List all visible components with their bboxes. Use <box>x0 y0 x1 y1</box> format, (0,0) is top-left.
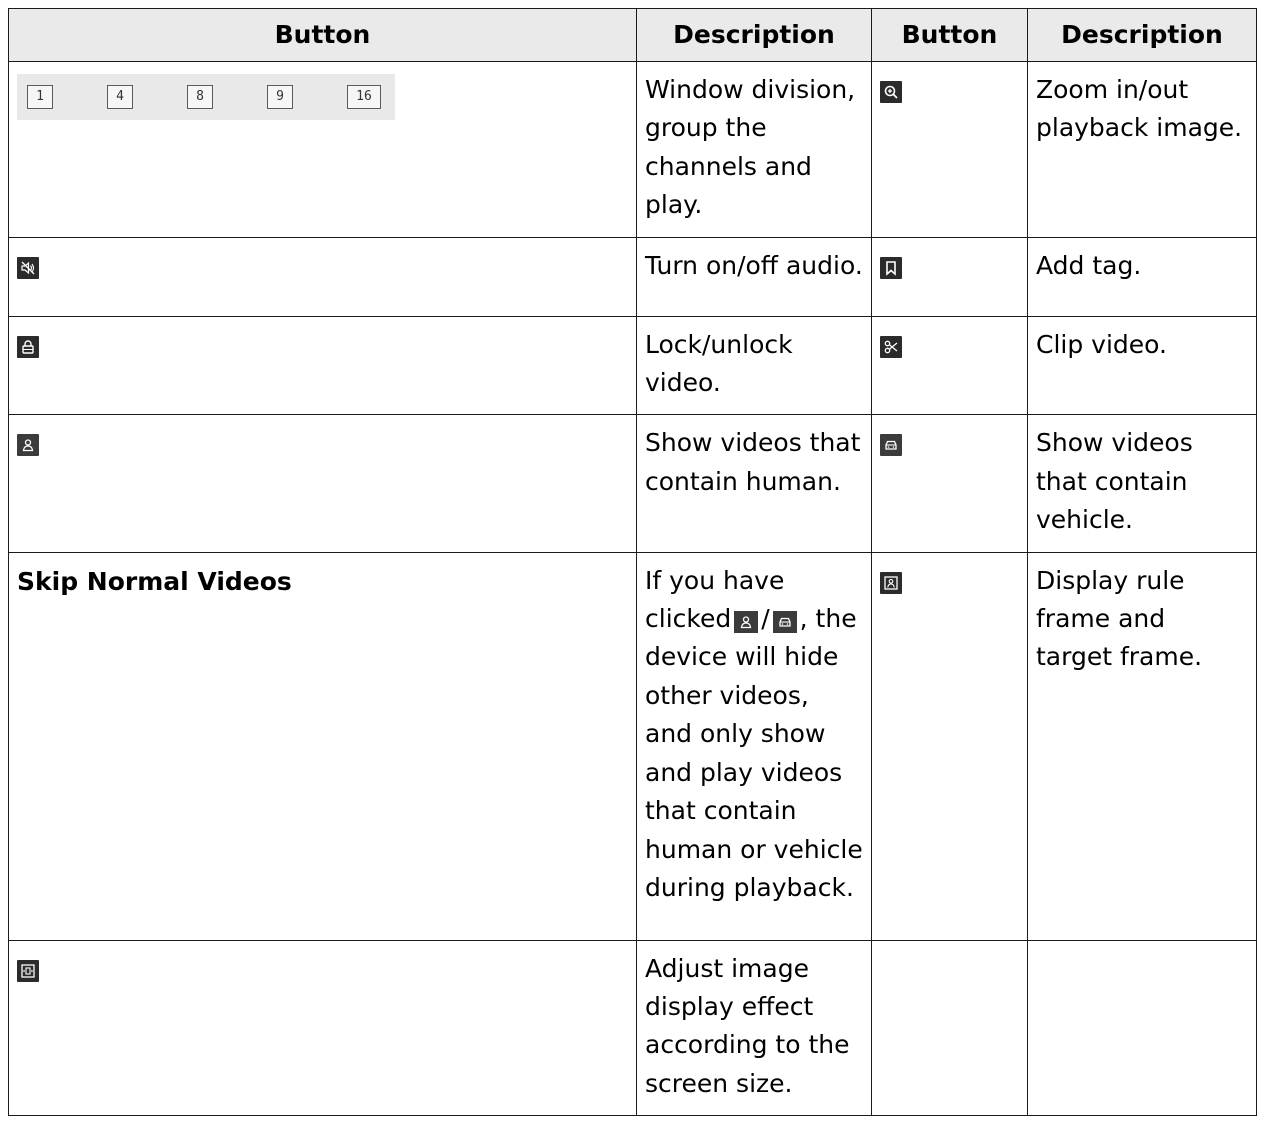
button-cell <box>871 61 1028 238</box>
description-text: Show videos that contain vehicle. <box>1036 428 1193 535</box>
description-text: Show videos that contain human. <box>645 428 861 496</box>
description-cell: Window division, group the channels and … <box>636 61 872 238</box>
empty-description-text <box>1028 941 1256 962</box>
window-division-1-button[interactable]: 1 <box>27 85 53 109</box>
description-cell: Clip video. <box>1027 315 1257 416</box>
button-cell <box>8 236 637 317</box>
header-button-2: Button <box>871 8 1028 62</box>
skip-normal-videos-label: Skip Normal Videos <box>17 566 292 596</box>
description-text-after: , the device will hide other videos, and… <box>645 604 863 902</box>
window-division-strip: 1 4 8 9 16 <box>17 74 395 120</box>
table-row: Skip Normal Videos If you have clicked /,… <box>8 551 1257 941</box>
empty-button-text <box>872 941 1027 962</box>
button-description-table: Button Description Button Description 1 … <box>8 8 1257 1117</box>
lock-icon <box>17 335 39 358</box>
description-text: If you have clicked /, the device will hi… <box>637 553 871 920</box>
button-cell <box>871 236 1028 317</box>
header-description-2: Description <box>1027 8 1257 62</box>
description-text: Turn on/off audio. <box>645 250 863 280</box>
window-division-4-button[interactable]: 4 <box>107 85 133 109</box>
audio-mute-icon <box>17 256 39 279</box>
header-button-1: Button <box>8 8 637 62</box>
description-cell: Zoom in/out playback image. <box>1027 61 1257 238</box>
window-division-16-button[interactable]: 16 <box>347 85 381 109</box>
table-row: Adjust image display effect according to… <box>8 939 1257 1117</box>
description-cell: Show videos that contain vehicle. <box>1027 414 1257 553</box>
description-text: Add tag. <box>1036 250 1142 280</box>
empty-description-cell <box>1027 939 1257 1117</box>
description-cell: Show videos that contain human. <box>636 414 872 553</box>
window-division-cell: 1 4 8 9 16 <box>8 61 637 238</box>
button-cell <box>871 414 1028 553</box>
description-text: Adjust image display effect according to… <box>645 953 850 1098</box>
window-division-9-button[interactable]: 9 <box>267 85 293 109</box>
description-text: Display rule frame and target frame. <box>1036 565 1203 672</box>
human-icon <box>17 434 39 457</box>
bookmark-icon <box>880 256 902 279</box>
description-cell: Add tag. <box>1027 236 1257 317</box>
human-icon <box>734 611 759 634</box>
description-cell: Turn on/off audio. <box>636 236 872 317</box>
header-description-1: Description <box>636 8 872 62</box>
button-cell <box>8 939 637 1117</box>
table-row: Lock/unlock video. Clip video. <box>8 315 1257 416</box>
description-text: Lock/unlock video. <box>645 329 793 398</box>
description-text: Window division, group the channels and … <box>645 75 856 220</box>
button-cell: Skip Normal Videos <box>8 551 637 941</box>
rule-frame-icon <box>880 571 902 594</box>
empty-button-cell <box>871 939 1028 1117</box>
description-text: Clip video. <box>1036 329 1167 359</box>
description-cell: Adjust image display effect according to… <box>636 939 872 1117</box>
window-division-8-button[interactable]: 8 <box>187 85 213 109</box>
description-text: Zoom in/out playback image. <box>1036 75 1243 143</box>
vehicle-icon <box>880 434 902 457</box>
zoom-in-icon <box>880 81 902 103</box>
table-row: Turn on/off audio. Add tag. <box>8 236 1257 317</box>
description-cell: Lock/unlock video. <box>636 315 872 416</box>
button-cell <box>8 315 637 416</box>
scissors-icon <box>880 335 902 358</box>
button-cell <box>871 551 1028 941</box>
table-row: Show videos that contain human. Show vid… <box>8 414 1257 553</box>
button-cell <box>871 315 1028 416</box>
description-cell: Display rule frame and target frame. <box>1027 551 1257 941</box>
description-text-separator: / <box>761 604 770 634</box>
fit-screen-icon <box>17 959 39 982</box>
vehicle-icon <box>772 611 797 634</box>
table-row: 1 4 8 9 16 Window division, group the ch… <box>8 61 1257 238</box>
description-cell: If you have clicked /, the device will hi… <box>636 551 872 941</box>
button-cell <box>8 414 637 553</box>
header-row: Button Description Button Description <box>8 8 1257 62</box>
